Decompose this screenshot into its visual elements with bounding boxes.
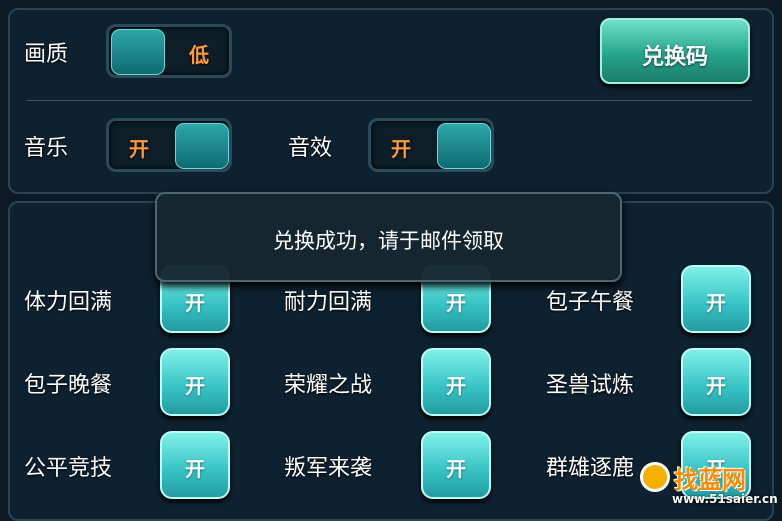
notification-toggle-button[interactable]: 开 xyxy=(421,431,491,499)
notification-label: 体力回满 xyxy=(24,290,113,315)
redeem-code-button[interactable]: 兑换码 xyxy=(600,18,750,84)
notification-toggle-button[interactable]: 开 xyxy=(681,265,751,333)
toggle-state: 开 xyxy=(446,291,466,315)
sound-toggle[interactable]: 开 xyxy=(368,118,494,172)
toggle-state: 开 xyxy=(446,374,466,398)
sound-label: 音效 xyxy=(288,136,333,161)
watermark-url: www.51saier.cn xyxy=(672,492,778,506)
music-toggle[interactable]: 开 xyxy=(106,118,232,172)
notification-label: 包子午餐 xyxy=(546,290,635,315)
watermark-title: 找蓝网 xyxy=(674,466,746,494)
notification-toggle-button[interactable]: 开 xyxy=(681,348,751,416)
notification-label: 包子晚餐 xyxy=(24,373,113,398)
redeem-code-label: 兑换码 xyxy=(641,45,708,70)
notification-label: 群雄逐鹿 xyxy=(546,456,635,481)
notification-label: 耐力回满 xyxy=(284,290,373,315)
notification-label: 公平竞技 xyxy=(24,456,113,481)
notification-toggle-button[interactable]: 开 xyxy=(160,348,230,416)
music-value: 开 xyxy=(129,137,149,161)
toast-message: 兑换成功，请于邮件领取 xyxy=(273,229,504,253)
music-label: 音乐 xyxy=(24,136,69,161)
watermark: 找蓝网 www.51saier.cn xyxy=(636,458,782,511)
toggle-state: 开 xyxy=(185,457,205,481)
notification-toggle-button[interactable]: 开 xyxy=(160,431,230,499)
toggle-state: 开 xyxy=(706,374,726,398)
toggle-state: 开 xyxy=(185,291,205,315)
toast-message-box: 兑换成功，请于邮件领取 xyxy=(155,192,622,282)
divider xyxy=(26,100,752,101)
quality-label: 画质 xyxy=(24,42,69,67)
toggle-state: 开 xyxy=(706,291,726,315)
watermark-logo-icon xyxy=(640,462,670,492)
quality-toggle[interactable]: 低 xyxy=(106,24,232,78)
toggle-state: 开 xyxy=(185,374,205,398)
notification-label: 荣耀之战 xyxy=(284,373,373,398)
sound-value: 开 xyxy=(391,137,411,161)
notification-label: 叛军来袭 xyxy=(284,456,373,481)
toggle-knob[interactable] xyxy=(111,29,165,75)
toggle-state: 开 xyxy=(446,457,466,481)
toggle-knob[interactable] xyxy=(437,123,491,169)
notification-label: 圣兽试炼 xyxy=(546,373,635,398)
quality-value: 低 xyxy=(189,43,209,67)
notification-toggle-button[interactable]: 开 xyxy=(421,348,491,416)
toggle-knob[interactable] xyxy=(175,123,229,169)
